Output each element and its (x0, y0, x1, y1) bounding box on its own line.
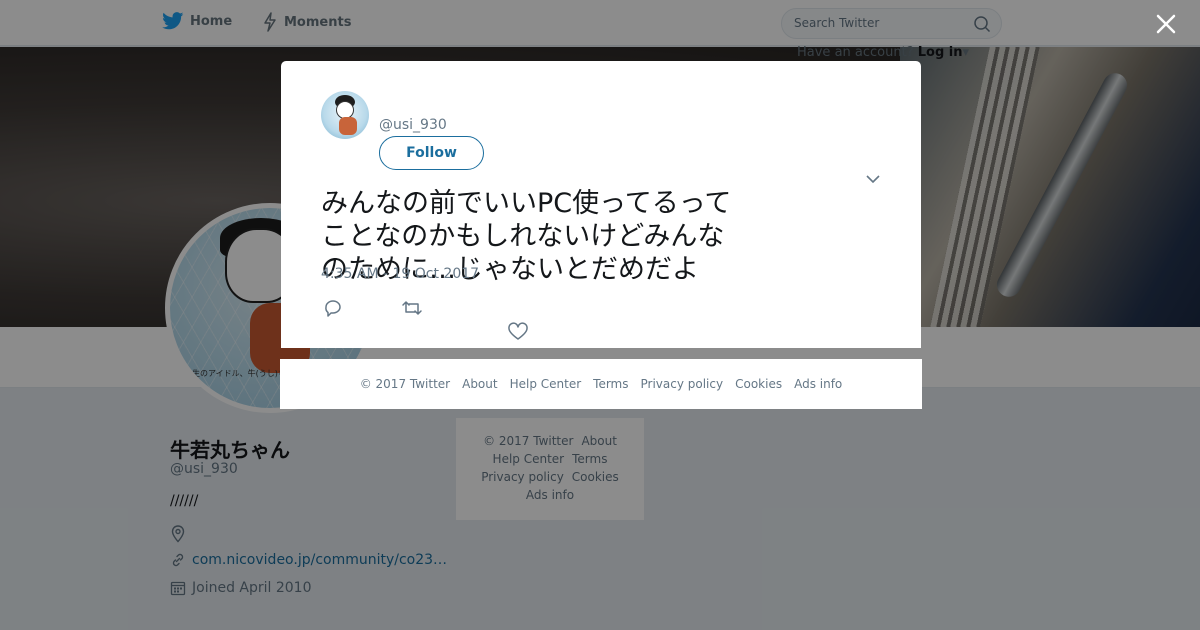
screen: Home Moments Search Twitter Have an acco… (0, 0, 1200, 630)
footer-copyright: © 2017 Twitter (359, 377, 451, 391)
chevron-down-icon[interactable] (865, 173, 881, 185)
reply-icon[interactable] (322, 298, 344, 318)
avatar-body-small (339, 117, 357, 135)
footer-about[interactable]: About (462, 377, 497, 391)
tweet-author-handle[interactable]: @usi_930 (379, 117, 447, 133)
tweet-author-avatar[interactable] (321, 91, 369, 139)
close-icon[interactable] (1153, 11, 1179, 37)
follow-button[interactable]: Follow (379, 136, 484, 170)
footer-privacy[interactable]: Privacy policy (641, 377, 724, 391)
heart-icon[interactable] (507, 322, 529, 342)
footer-ads[interactable]: Ads info (794, 377, 842, 391)
modal-footer: © 2017 Twitter About Help Center Terms P… (280, 359, 922, 409)
tweet-timestamp[interactable]: 4:35 AM - 19 Oct 2017 (321, 266, 479, 282)
retweet-icon[interactable] (401, 298, 423, 318)
footer-terms[interactable]: Terms (593, 377, 628, 391)
tweet-modal: @usi_930 Follow みんなの前でいいPC使ってるってことなのかもしれ… (281, 61, 921, 348)
footer-cookies[interactable]: Cookies (735, 377, 782, 391)
footer-help[interactable]: Help Center (510, 377, 582, 391)
